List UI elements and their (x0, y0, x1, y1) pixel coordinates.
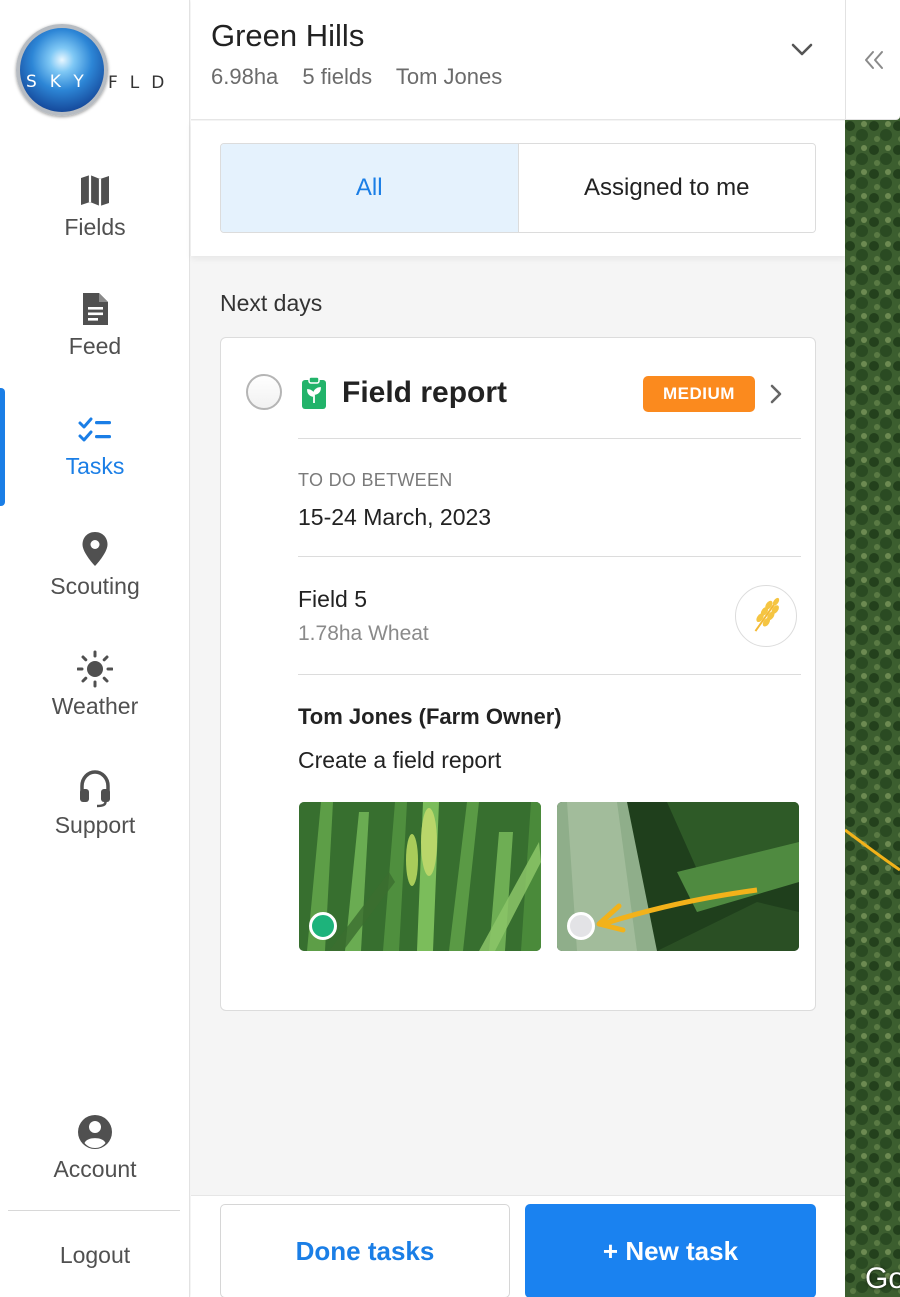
checklist-icon (78, 417, 111, 442)
priority-badge: MEDIUM (643, 376, 755, 412)
task-filter-toggle: All Assigned to me (220, 143, 816, 233)
farm-name: Green Hills (211, 18, 365, 53)
task-filter-area: All Assigned to me (191, 121, 845, 256)
sidebar-item-label: Tasks (65, 453, 125, 479)
card-divider (298, 674, 801, 675)
farm-header[interactable]: Green Hills 6.98ha 5 fields Tom Jones (191, 0, 845, 120)
sidebar-item-label: Scouting (50, 573, 140, 599)
satellite-map[interactable] (845, 0, 900, 1297)
filter-assigned-button[interactable]: Assigned to me (518, 144, 815, 232)
satellite-imagery (845, 0, 900, 1297)
farm-area: 6.98ha (211, 64, 279, 89)
logo-text-after: FLD (108, 73, 177, 93)
filter-all-button[interactable]: All (221, 144, 519, 232)
bottom-action-bar: Done tasks + New task (191, 1195, 845, 1297)
location-pin-icon (82, 532, 108, 566)
sidebar-item-label: Weather (51, 693, 139, 719)
photo-status-dot-pending (567, 912, 595, 940)
farm-owner: Tom Jones (395, 64, 503, 89)
chevron-right-icon[interactable] (765, 381, 787, 407)
account-label: Account (53, 1156, 137, 1182)
due-dates: 15-24 March, 2023 (298, 504, 492, 530)
card-divider (298, 438, 801, 439)
sidebar-item-scouting[interactable]: Scouting (0, 529, 190, 639)
task-card[interactable]: Field report MEDIUM TO DO BETWEEN 15-24 … (220, 337, 816, 1011)
sidebar-item-label: Support (54, 812, 136, 838)
sidebar-item-tasks[interactable]: Tasks (0, 409, 190, 519)
skyfld-logo: SKY FLD (14, 22, 184, 118)
logout-link[interactable]: Logout (0, 1242, 190, 1269)
crop-wheat-badge (735, 585, 797, 647)
logo-globe (16, 24, 108, 116)
sun-icon (77, 650, 113, 688)
task-description: Create a field report (298, 747, 502, 773)
sidebar-item-fields[interactable]: Fields (0, 170, 190, 280)
sidebar-item-label: Fields (64, 214, 126, 240)
farm-fields-count: 5 fields (302, 64, 373, 89)
field-report-icon (302, 376, 326, 409)
sidebar-item-support[interactable]: Support (0, 768, 190, 878)
sidebar-item-feed[interactable]: Feed (0, 289, 190, 399)
double-chevron-left-icon (865, 51, 883, 69)
field-meta: 1.78ha Wheat (298, 622, 429, 645)
due-label: TO DO BETWEEN (298, 470, 453, 490)
farm-meta: 6.98ha 5 fields Tom Jones (211, 64, 520, 90)
sidebar-item-weather[interactable]: Weather (0, 649, 190, 759)
sidebar-divider (8, 1210, 180, 1211)
sidebar-item-account[interactable]: Account (0, 1112, 190, 1222)
task-complete-radio[interactable] (246, 374, 282, 410)
account-icon (78, 1115, 112, 1149)
card-divider (298, 556, 801, 557)
sidebar: SKY FLD Fields Feed Tasks Scouting Weath… (0, 0, 190, 1297)
map-attribution: Go (865, 1262, 900, 1295)
chevron-down-icon[interactable] (789, 36, 815, 62)
field-name: Field 5 (298, 586, 368, 612)
collapse-panel-button[interactable] (845, 0, 900, 120)
task-photo[interactable] (299, 802, 541, 951)
done-tasks-button[interactable]: Done tasks (220, 1204, 510, 1297)
task-photo[interactable] (557, 802, 799, 951)
sidebar-item-label: Feed (68, 333, 122, 359)
new-task-button[interactable]: + New task (525, 1204, 816, 1297)
map-icon (81, 175, 109, 206)
document-icon (83, 293, 108, 325)
wheat-icon (754, 597, 780, 632)
tasks-panel: Green Hills 6.98ha 5 fields Tom Jones Al… (191, 0, 845, 1297)
section-title: Next days (220, 290, 323, 316)
task-assignee: Tom Jones (Farm Owner) (298, 704, 562, 729)
task-title: Field report (342, 376, 508, 409)
headset-icon (80, 770, 110, 808)
logo-text-globe: SKY (26, 72, 97, 92)
photo-status-dot-done (309, 912, 337, 940)
